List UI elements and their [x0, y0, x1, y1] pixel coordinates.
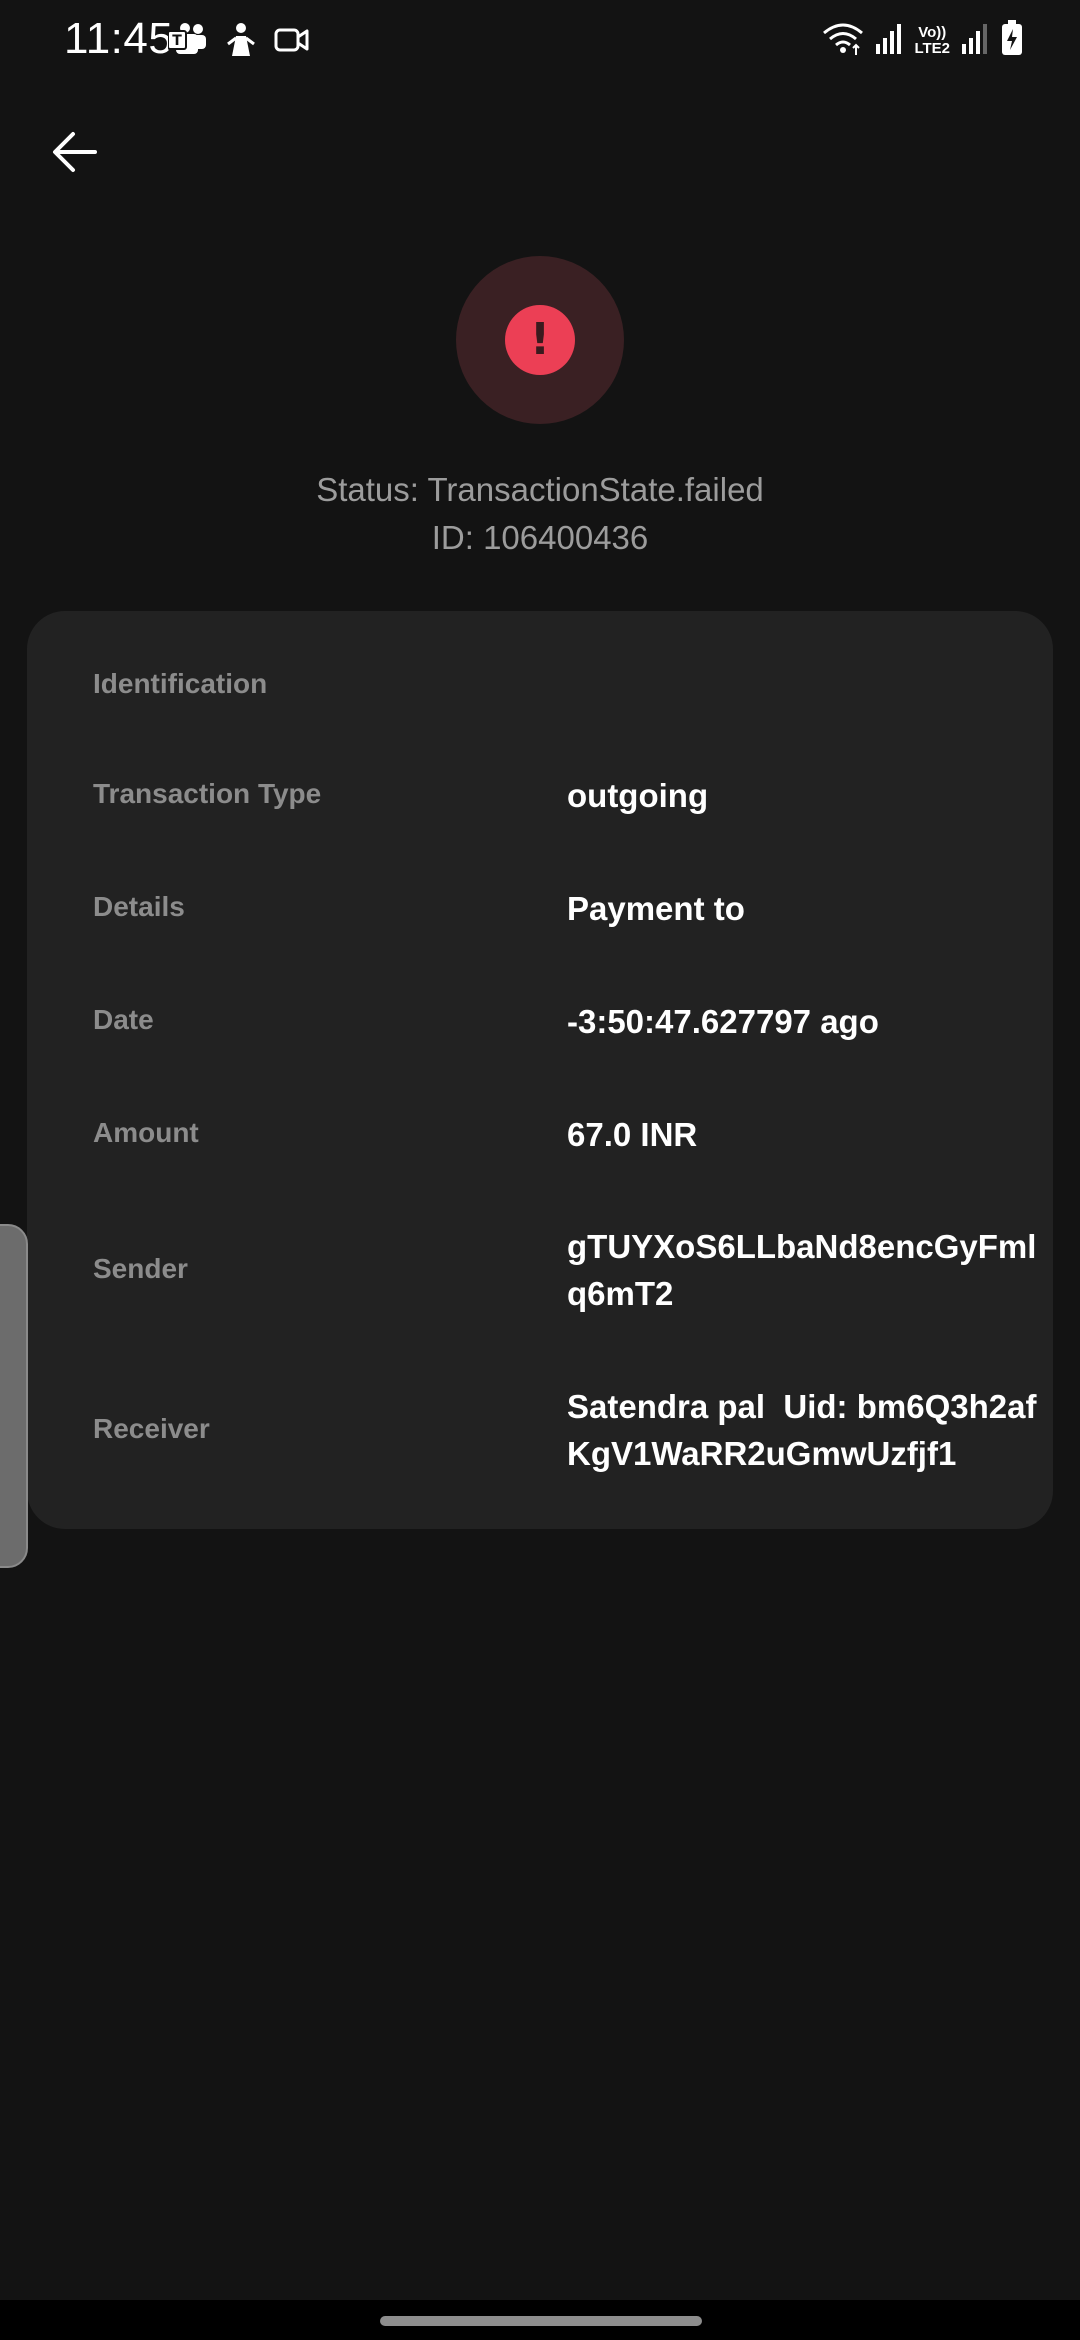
- sender-label: Sender: [93, 1253, 188, 1284]
- date-value: -3:50:47.627797 ago: [567, 1003, 879, 1040]
- amount-label: Amount: [93, 1117, 199, 1148]
- sender-value: gTUYXoS6LLbaNd8encGyFml q6mT2: [567, 1228, 1037, 1312]
- clock: 11:45: [64, 14, 174, 63]
- signal-icon: [874, 22, 904, 59]
- back-button[interactable]: [44, 124, 104, 184]
- battery-charging-icon: [1000, 20, 1024, 61]
- video-icon: [274, 25, 310, 60]
- status-summary: Status: TransactionState.failed ID: 1064…: [0, 466, 1080, 562]
- amount-value: 67.0 INR: [567, 1116, 698, 1153]
- status-bar: 11:45 T Vo)) LTE2: [0, 0, 1080, 80]
- notification-icon: [226, 22, 256, 63]
- date-label: Date: [93, 1004, 154, 1035]
- signal-2-icon: [960, 22, 990, 59]
- teams-icon: T: [167, 22, 208, 63]
- status-left-icons: T: [167, 22, 310, 63]
- details-value: Payment to: [567, 890, 745, 927]
- receiver-value: Satendra pal Uid: bm6Q3h2af KgV1WaRR2uGm…: [567, 1388, 1037, 1472]
- exclamation-icon: !: [505, 305, 575, 375]
- arrow-left-icon: [51, 131, 97, 178]
- wifi-icon: [822, 21, 864, 60]
- transaction-id: ID: 106400436: [431, 519, 649, 556]
- receiver-label: Receiver: [93, 1413, 210, 1444]
- section-title: Identification: [93, 668, 268, 699]
- volte-lte2-icon: Vo)) LTE2: [914, 23, 950, 57]
- transaction-type-value: outgoing: [567, 777, 709, 814]
- transaction-details-card: Identification Transaction Type outgoing…: [27, 611, 1053, 1529]
- status-line: Status: TransactionState.failed: [316, 471, 764, 508]
- details-label: Details: [93, 891, 185, 922]
- home-gesture-handle[interactable]: [380, 2316, 702, 2326]
- edge-panel-handle[interactable]: [0, 1224, 28, 1568]
- transaction-type-label: Transaction Type: [93, 778, 322, 809]
- status-right-icons: Vo)) LTE2: [822, 20, 1024, 61]
- svg-text:T: T: [172, 33, 182, 49]
